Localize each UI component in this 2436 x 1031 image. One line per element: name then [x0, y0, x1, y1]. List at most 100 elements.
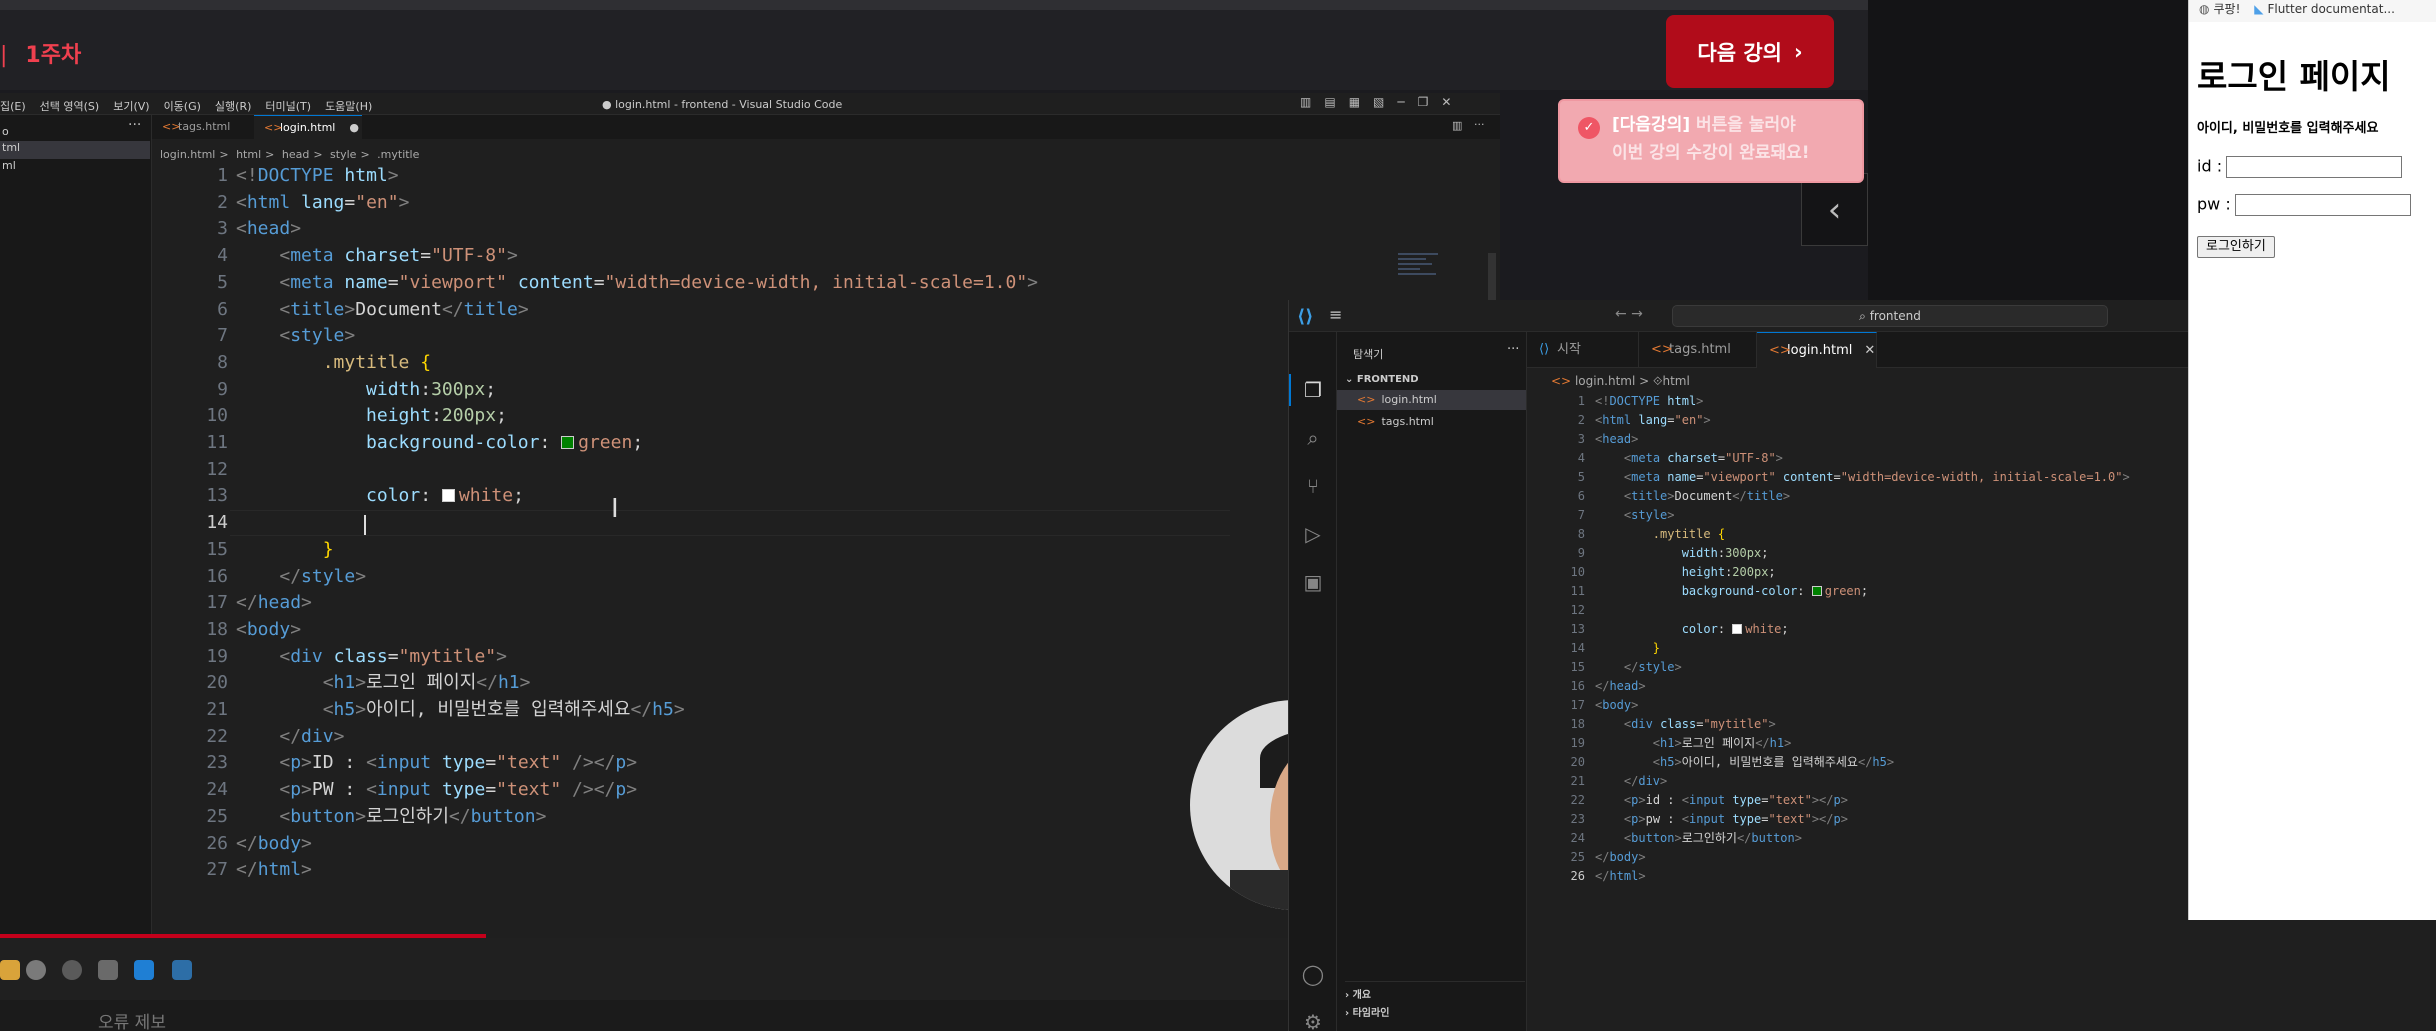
command-center-search[interactable]: ⌕ frontend	[1672, 305, 2108, 327]
sidebar-row-selected[interactable]: tml	[0, 141, 150, 159]
green-color-swatch[interactable]	[1811, 586, 1822, 596]
chevron-right-icon: ›	[1793, 39, 1803, 64]
app-icon[interactable]	[62, 960, 82, 980]
outline-section[interactable]: › 개요	[1345, 981, 1525, 1001]
line-number: 8	[217, 351, 228, 373]
restore-icon[interactable]: ❐	[1418, 95, 1429, 109]
menu-item[interactable]: 집(E)	[0, 98, 26, 114]
breadcrumb-item[interactable]: login.html	[1575, 374, 1635, 388]
tab-login-html[interactable]: <> login.html ✕	[1757, 332, 1877, 368]
file-tags-html[interactable]: <> tags.html	[1337, 412, 1526, 432]
line-number: 12	[206, 458, 228, 480]
close-tab-icon[interactable]: ✕	[1864, 343, 1875, 358]
code-editor-2[interactable]: <!DOCTYPE html> <html lang="en"> <head> …	[1595, 392, 2130, 886]
line-number: 7	[1577, 508, 1585, 522]
more-actions-icon[interactable]: ···	[1507, 342, 1519, 357]
screen: | 1주차 다음 강의 › ‹ 집(E) 선택 영역(S) 보기(V) 이동(G) …	[0, 0, 2436, 1031]
lecture-header	[0, 10, 1868, 90]
tab-tags-html[interactable]: <> tags.html	[1639, 332, 1757, 368]
folder-icon[interactable]	[0, 960, 20, 980]
notepad-icon[interactable]	[172, 960, 192, 980]
bookmark-coupang[interactable]: 쿠팡!	[2213, 2, 2240, 16]
white-color-swatch[interactable]	[1732, 624, 1743, 634]
collapse-panel-button[interactable]: ‹	[1801, 173, 1868, 246]
file-label: login.html	[1381, 393, 1437, 406]
breadcrumb-item[interactable]: html	[1662, 374, 1689, 388]
run-debug-icon[interactable]: ▷	[1301, 522, 1325, 546]
breadcrumb-item[interactable]: head	[282, 148, 309, 161]
minimap[interactable]	[1398, 253, 1448, 303]
section-label: 개요	[1352, 990, 1372, 1001]
gear-icon[interactable]: ⚙	[1301, 1010, 1325, 1031]
line-number: 10	[1570, 565, 1585, 579]
chrome-icon[interactable]	[26, 960, 46, 980]
split-editor-icon[interactable]: ▥	[1452, 119, 1462, 132]
active-indicator	[1289, 374, 1291, 406]
line-number: 20	[1570, 755, 1585, 769]
id-row: id :	[2197, 156, 2403, 178]
line-number: 26	[1570, 869, 1585, 883]
page-heading: 로그인 페이지	[2197, 57, 2391, 96]
html-file-icon: <>	[264, 121, 283, 134]
more-actions-icon[interactable]: ···	[1474, 118, 1485, 131]
menu-item[interactable]: 보기(V)	[113, 98, 149, 114]
tab-login-html[interactable]: <> login.html ●	[254, 115, 362, 139]
chevron-down-icon: ⌄	[1345, 374, 1357, 385]
breadcrumb-item[interactable]: html	[236, 148, 261, 161]
breadcrumb-2: <> login.html > ⟐html	[1551, 374, 1690, 388]
customize-layout-icon[interactable]: ▧	[1373, 95, 1384, 109]
menu-item[interactable]: 터미널(T)	[265, 98, 311, 114]
green-color-swatch[interactable]	[561, 436, 575, 450]
menu-item[interactable]: 이동(G)	[164, 98, 201, 114]
line-number: 22	[206, 725, 228, 747]
explorer-panel: 탐색기 ··· ⌄ FRONTEND <> login.html <> tags.h…	[1337, 332, 1527, 1031]
window-controls: ▥ ▤ ▦ ▧ ─ ❐ ✕	[1300, 95, 1451, 109]
line-number: 11	[1570, 584, 1585, 598]
notice-highlight: [다음강의]	[1612, 115, 1691, 135]
minimize-icon[interactable]: ─	[1397, 95, 1404, 109]
layout-split-icon[interactable]: ▦	[1349, 95, 1360, 109]
timeline-section[interactable]: › 타임라인	[1345, 1004, 1389, 1019]
search-icon[interactable]: ⌕	[1301, 426, 1325, 450]
layout-panel-icon[interactable]: ▤	[1324, 95, 1335, 109]
tab-tags-html[interactable]: <> tags.html	[152, 115, 242, 139]
breadcrumb-item[interactable]: login.html	[160, 148, 215, 161]
source-control-icon[interactable]: ⑂	[1301, 474, 1325, 498]
breadcrumb: login.html > html > head > style > .mytitle	[160, 148, 423, 161]
account-icon[interactable]: ◯	[1301, 962, 1325, 986]
layout-sidebar-icon[interactable]: ▥	[1300, 95, 1311, 109]
line-numbers-2: 1 2 3 4 5 6 7 8 9 10 11 12 13 14 15 16 17 18 19 20 21 22 23 24 2…	[1527, 392, 1585, 886]
breadcrumb-item[interactable]: .mytitle	[377, 148, 419, 161]
settings-icon[interactable]	[98, 960, 118, 980]
bookmarks-bar: ◍ 쿠팡! ◣ Flutter documentat...	[2189, 0, 2436, 22]
more-actions-icon[interactable]: ···	[128, 117, 141, 133]
line-number: 13	[206, 485, 228, 507]
code-editor[interactable]: <!DOCTYPE html> <html lang="en"> <head> …	[236, 163, 1038, 884]
bookmark-flutter[interactable]: Flutter documentat...	[2267, 2, 2394, 16]
back-forward-icon[interactable]: ← →	[1615, 306, 1643, 322]
vscode-icon[interactable]	[134, 960, 154, 980]
report-error-link[interactable]: 오류 제보	[98, 1008, 166, 1031]
extensions-icon[interactable]: ▣	[1301, 570, 1325, 594]
folder-header[interactable]: ⌄ FRONTEND	[1345, 374, 1419, 385]
editor-tabs: <> tags.html <> login.html ● ▥ ···	[152, 115, 1500, 139]
id-input[interactable]	[2226, 156, 2403, 178]
line-number: 4	[217, 245, 228, 267]
white-color-swatch[interactable]	[441, 489, 455, 503]
line-number: 15	[206, 538, 228, 560]
explorer-icon[interactable]: ❐	[1301, 378, 1325, 402]
menu-item[interactable]: 선택 영역(S)	[40, 98, 100, 114]
login-button[interactable]: 로그인하기	[2197, 236, 2275, 258]
file-login-html[interactable]: <> login.html	[1337, 390, 1526, 410]
next-lecture-button[interactable]: 다음 강의 ›	[1666, 15, 1834, 88]
sidebar-row[interactable]: ml	[0, 159, 16, 177]
close-icon[interactable]: ✕	[1441, 95, 1451, 109]
line-number: 4	[1577, 451, 1585, 465]
menu-item[interactable]: 실행(R)	[215, 98, 251, 114]
breadcrumb-item[interactable]: style	[330, 148, 356, 161]
menu-item[interactable]: 도움말(H)	[325, 98, 372, 114]
tab-welcome[interactable]: ⟨⟩ 시작	[1527, 332, 1639, 368]
line-number: 26	[206, 832, 228, 854]
pw-input[interactable]	[2234, 194, 2411, 216]
menu-icon[interactable]: ≡	[1329, 305, 1342, 324]
